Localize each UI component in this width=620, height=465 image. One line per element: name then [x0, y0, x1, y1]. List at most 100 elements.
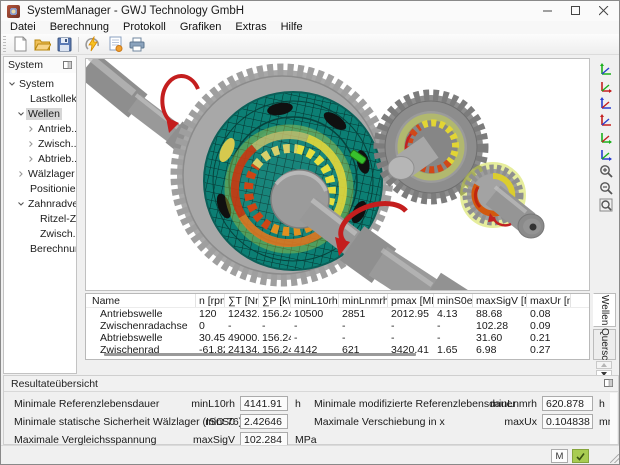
dock-pin-icon[interactable] — [62, 60, 73, 71]
result-unit: h — [295, 398, 301, 410]
results-overview-panel: Resultateübersicht Minimale Referenzlebe… — [3, 375, 619, 445]
column-header[interactable]: pmax [MPa] — [388, 294, 434, 307]
table-row[interactable]: Zwischenradachse 0 - - - - - - 102.28 0.… — [86, 320, 589, 332]
view-zy-icon[interactable] — [596, 78, 616, 94]
new-file-icon — [13, 36, 28, 52]
chevron-down-icon[interactable] — [16, 110, 26, 118]
result-value-field[interactable]: 2.42646 — [240, 414, 288, 429]
chevron-right-icon[interactable] — [16, 170, 26, 178]
zoom-out-icon[interactable] — [596, 180, 616, 196]
menu-extras[interactable]: Extras — [228, 21, 273, 34]
result-param: minLnmrh — [467, 398, 537, 410]
menu-berechnung[interactable]: Berechnung — [43, 21, 116, 34]
menu-datei[interactable]: Datei — [3, 21, 43, 34]
save-button[interactable] — [53, 35, 75, 54]
horizontal-scrollbar-thumb[interactable] — [104, 353, 416, 356]
tree-item-wellen[interactable]: Wellen — [4, 106, 76, 121]
result-param: minL10rh — [165, 398, 235, 410]
tab-scroll-up-button[interactable] — [596, 361, 612, 369]
result-param: minS0 — [165, 416, 235, 428]
column-header[interactable]: ∑T [Nm] — [225, 294, 259, 307]
app-icon — [7, 5, 20, 18]
shaft-results-table: Name n [rpm] ∑T [Nm] ∑P [kW] minL10rh [h… — [85, 293, 590, 360]
result-label: Maximale Verschiebung in x — [314, 416, 445, 428]
tree-item-positionierung[interactable]: Positionier... — [4, 181, 76, 196]
column-header[interactable]: minLnmrh [h] — [339, 294, 388, 307]
column-header[interactable]: ∑P [kW] — [259, 294, 291, 307]
tree-item-waelzlager[interactable]: Wälzlager — [4, 166, 76, 181]
chevron-right-icon[interactable] — [26, 155, 36, 163]
result-label: Minimale Referenzlebensdauer — [14, 398, 159, 410]
open-file-button[interactable] — [31, 35, 53, 54]
view-yx-icon[interactable] — [596, 146, 616, 162]
3d-viewport[interactable] — [85, 58, 590, 291]
tab-querschnitt[interactable]: Quersc — [593, 329, 616, 360]
main-toolbar — [1, 34, 619, 55]
view-yz-icon[interactable] — [596, 61, 616, 77]
menu-protokoll[interactable]: Protokoll — [116, 21, 173, 34]
resize-grip[interactable] — [610, 454, 619, 463]
view-xz-icon[interactable] — [596, 112, 616, 128]
column-header[interactable]: maxUr [mm] — [527, 294, 571, 307]
title-bar: SystemManager - GWJ Technology GmbH — [1, 1, 619, 21]
table-row[interactable]: Abtriebswelle 30.45 49000.00 156.24 - - … — [86, 332, 589, 344]
calculation-status-button[interactable] — [572, 449, 589, 463]
chevron-down-icon[interactable] — [16, 200, 26, 208]
results-panel-title: Resultateübersicht — [11, 378, 98, 390]
tree-item-lastkollektiv[interactable]: Lastkollektiv — [4, 91, 76, 106]
gear-shaft-3d-model — [86, 59, 589, 290]
save-icon — [57, 37, 72, 52]
close-button[interactable] — [590, 1, 618, 21]
view-orientation-toolbar — [596, 61, 618, 213]
tree-item-system[interactable]: System — [4, 76, 76, 91]
chevron-right-icon[interactable] — [26, 125, 36, 133]
toolbar-separator — [78, 37, 79, 52]
tree-item-antriebswelle[interactable]: Antrieb... — [4, 121, 76, 136]
app-window: SystemManager - GWJ Technology GmbH Date… — [0, 0, 620, 465]
tree-item-zahnradverbindung[interactable]: Zahnradver... — [4, 196, 76, 211]
table-row[interactable]: Antriebswelle 120 12432.84 156.24 10500 … — [86, 308, 589, 320]
tree-item-berechnung[interactable]: Berechnun... — [4, 241, 76, 256]
check-icon — [576, 452, 585, 461]
maximize-button[interactable] — [562, 1, 590, 21]
menu-grafiken[interactable]: Grafiken — [173, 21, 229, 34]
result-value-field[interactable]: 620.878 — [542, 396, 593, 411]
tree-panel-title: System — [8, 59, 43, 71]
menu-hilfe[interactable]: Hilfe — [274, 21, 310, 34]
calculate-button[interactable] — [82, 35, 104, 54]
add-report-icon — [108, 36, 123, 52]
minimize-button[interactable] — [534, 1, 562, 21]
print-button[interactable] — [126, 35, 148, 54]
column-header[interactable]: minS0eff — [434, 294, 473, 307]
triangle-up-icon — [601, 363, 607, 367]
column-header[interactable]: minL10rh [h] — [291, 294, 339, 307]
chevron-right-icon[interactable] — [26, 140, 36, 148]
chevron-down-icon[interactable] — [7, 80, 17, 88]
result-param: maxUx — [467, 416, 537, 428]
dock-pin-icon[interactable] — [603, 378, 614, 389]
tree-item-zwischenrad[interactable]: Zwisch... — [4, 226, 76, 241]
column-header[interactable]: n [rpm] — [196, 294, 225, 307]
tree-item-abtriebswelle[interactable]: Abtrieb... — [4, 151, 76, 166]
print-icon — [129, 37, 145, 52]
add-report-button[interactable] — [104, 35, 126, 54]
column-header[interactable]: maxSigV [MPa] — [473, 294, 527, 307]
new-file-button[interactable] — [9, 35, 31, 54]
zoom-window-icon[interactable] — [596, 197, 616, 213]
results-scroll-slot — [610, 393, 617, 444]
table-header-row: Name n [rpm] ∑T [Nm] ∑P [kW] minL10rh [h… — [86, 294, 589, 308]
result-value-field[interactable]: 0.104838 — [542, 414, 593, 429]
open-folder-icon — [34, 37, 51, 51]
tab-wellen[interactable]: Wellen — [593, 293, 616, 327]
window-title: SystemManager - GWJ Technology GmbH — [27, 5, 244, 17]
tree-item-zwischenwelle[interactable]: Zwisch... — [4, 136, 76, 151]
column-header[interactable]: Name — [86, 294, 196, 307]
toolbar-grip — [3, 36, 6, 52]
messages-button[interactable]: M — [551, 449, 568, 463]
view-xy-icon[interactable] — [596, 129, 616, 145]
zoom-in-icon[interactable] — [596, 163, 616, 179]
result-unit: h — [599, 398, 605, 410]
tree-item-ritzel[interactable]: Ritzel-Z... — [4, 211, 76, 226]
result-value-field[interactable]: 4141.91 — [240, 396, 288, 411]
view-zx-icon[interactable] — [596, 95, 616, 111]
